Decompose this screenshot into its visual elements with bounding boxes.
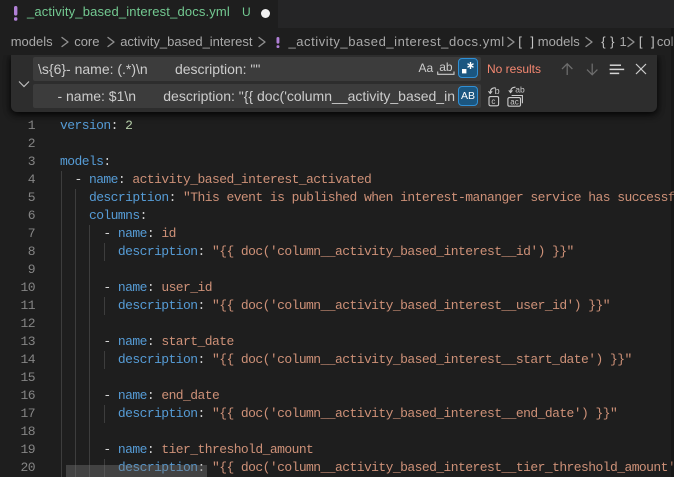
svg-text:c: c	[491, 97, 495, 106]
svg-text:b: b	[495, 86, 500, 96]
svg-text:ac: ac	[510, 97, 518, 106]
svg-text:ab: ab	[439, 60, 453, 74]
svg-text:ab: ab	[515, 85, 525, 95]
